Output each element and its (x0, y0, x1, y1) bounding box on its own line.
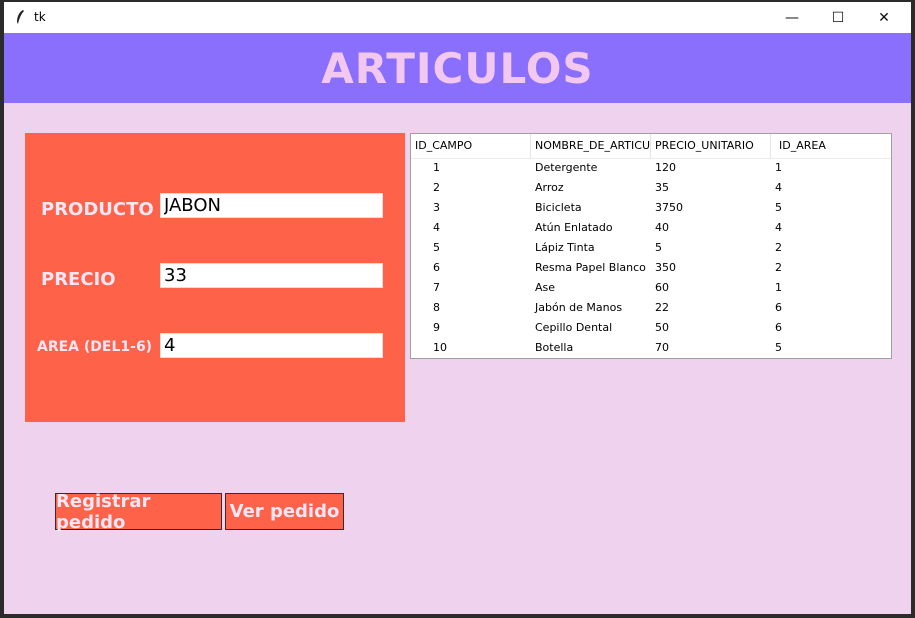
column-header-precio[interactable]: PRECIO_UNITARIO (651, 134, 771, 158)
cell-id-area: 5 (775, 341, 782, 354)
cell-id-area: 5 (775, 201, 782, 214)
cell-nombre: Arroz (535, 181, 564, 194)
title-bar[interactable]: tk — ☐ ✕ (4, 2, 911, 34)
cell-nombre: Ase (535, 281, 556, 294)
table-row[interactable]: 10 Botella 70 5 (411, 338, 891, 358)
cell-nombre: Botella (535, 341, 574, 354)
cell-precio: 5 (655, 241, 662, 254)
cell-precio: 3750 (655, 201, 683, 214)
cell-id-campo: 9 (433, 321, 440, 334)
cell-id-campo: 3 (433, 201, 440, 214)
app-window: tk — ☐ ✕ ARTICULOS PRODUCTO PRECIO AREA … (4, 2, 911, 614)
minimize-button[interactable]: — (769, 2, 815, 33)
window-title: tk (34, 10, 46, 24)
precio-label: PRECIO (41, 269, 116, 290)
table-row[interactable]: 4 Atún Enlatado 40 4 (411, 218, 891, 238)
cell-id-campo: 7 (433, 281, 440, 294)
producto-label: PRODUCTO (41, 199, 154, 220)
cell-id-area: 6 (775, 301, 782, 314)
cell-id-area: 2 (775, 241, 782, 254)
header-banner: ARTICULOS (4, 33, 911, 103)
cell-precio: 50 (655, 321, 669, 334)
column-header-id-campo[interactable]: ID_CAMPO (411, 134, 531, 158)
cell-precio: 60 (655, 281, 669, 294)
cell-precio: 350 (655, 261, 676, 274)
articles-table[interactable]: ID_CAMPO NOMBRE_DE_ARTICU PRECIO_UNITARI… (410, 133, 892, 359)
table-row[interactable]: 5 Lápiz Tinta 5 2 (411, 238, 891, 258)
feather-icon (17, 10, 24, 24)
column-header-nombre[interactable]: NOMBRE_DE_ARTICU (531, 134, 651, 158)
cell-nombre: Cepillo Dental (535, 321, 613, 334)
cell-nombre: Jabón de Manos (535, 301, 623, 314)
form-panel: PRODUCTO PRECIO AREA (DEL1-6) (25, 133, 405, 422)
cell-id-campo: 5 (433, 241, 440, 254)
cell-id-campo: 4 (433, 221, 440, 234)
table-row[interactable]: 6 Resma Papel Blanco 350 2 (411, 258, 891, 278)
table-body: 1 Detergente 120 1 2 Arroz 35 4 3 Bicicleta 3750 5 4… (411, 158, 891, 358)
producto-input[interactable] (160, 193, 383, 218)
cell-id-campo: 2 (433, 181, 440, 194)
cell-precio: 40 (655, 221, 669, 234)
table-row[interactable]: 8 Jabón de Manos 22 6 (411, 298, 891, 318)
table-header: ID_CAMPO NOMBRE_DE_ARTICU PRECIO_UNITARI… (411, 134, 891, 159)
maximize-icon: ☐ (831, 9, 845, 26)
cell-id-campo: 6 (433, 261, 440, 274)
table-row[interactable]: 1 Detergente 120 1 (411, 158, 891, 178)
view-order-button[interactable]: Ver pedido (225, 493, 344, 530)
cell-nombre: Detergente (535, 161, 598, 174)
cell-id-area: 2 (775, 261, 782, 274)
cell-id-area: 1 (775, 281, 782, 294)
cell-id-area: 1 (775, 161, 782, 174)
cell-id-campo: 10 (433, 341, 447, 354)
maximize-button[interactable]: ☐ (815, 2, 861, 33)
cell-id-campo: 1 (433, 161, 440, 174)
cell-nombre: Resma Papel Blanco (535, 261, 646, 274)
table-row[interactable]: 7 Ase 60 1 (411, 278, 891, 298)
cell-id-area: 4 (775, 181, 782, 194)
cell-precio: 35 (655, 181, 669, 194)
close-button[interactable]: ✕ (861, 2, 907, 33)
minimize-icon: — (785, 9, 799, 26)
cell-precio: 120 (655, 161, 676, 174)
cell-nombre: Bicicleta (535, 201, 582, 214)
cell-id-area: 6 (775, 321, 782, 334)
cell-precio: 70 (655, 341, 669, 354)
cell-precio: 22 (655, 301, 669, 314)
precio-input[interactable] (160, 263, 383, 288)
page-title: ARTICULOS (321, 43, 594, 93)
cell-id-area: 4 (775, 221, 782, 234)
close-icon: ✕ (878, 9, 890, 26)
cell-nombre: Lápiz Tinta (535, 241, 595, 254)
cell-nombre: Atún Enlatado (535, 221, 613, 234)
cell-id-campo: 8 (433, 301, 440, 314)
table-row[interactable]: 3 Bicicleta 3750 5 (411, 198, 891, 218)
area-label: AREA (DEL1-6) (37, 339, 153, 355)
area-input[interactable] (160, 333, 383, 358)
table-row[interactable]: 9 Cepillo Dental 50 6 (411, 318, 891, 338)
register-order-button[interactable]: Registrar pedido (55, 491, 222, 533)
table-row[interactable]: 2 Arroz 35 4 (411, 178, 891, 198)
column-header-id-area[interactable]: ID_AREA (771, 134, 891, 158)
